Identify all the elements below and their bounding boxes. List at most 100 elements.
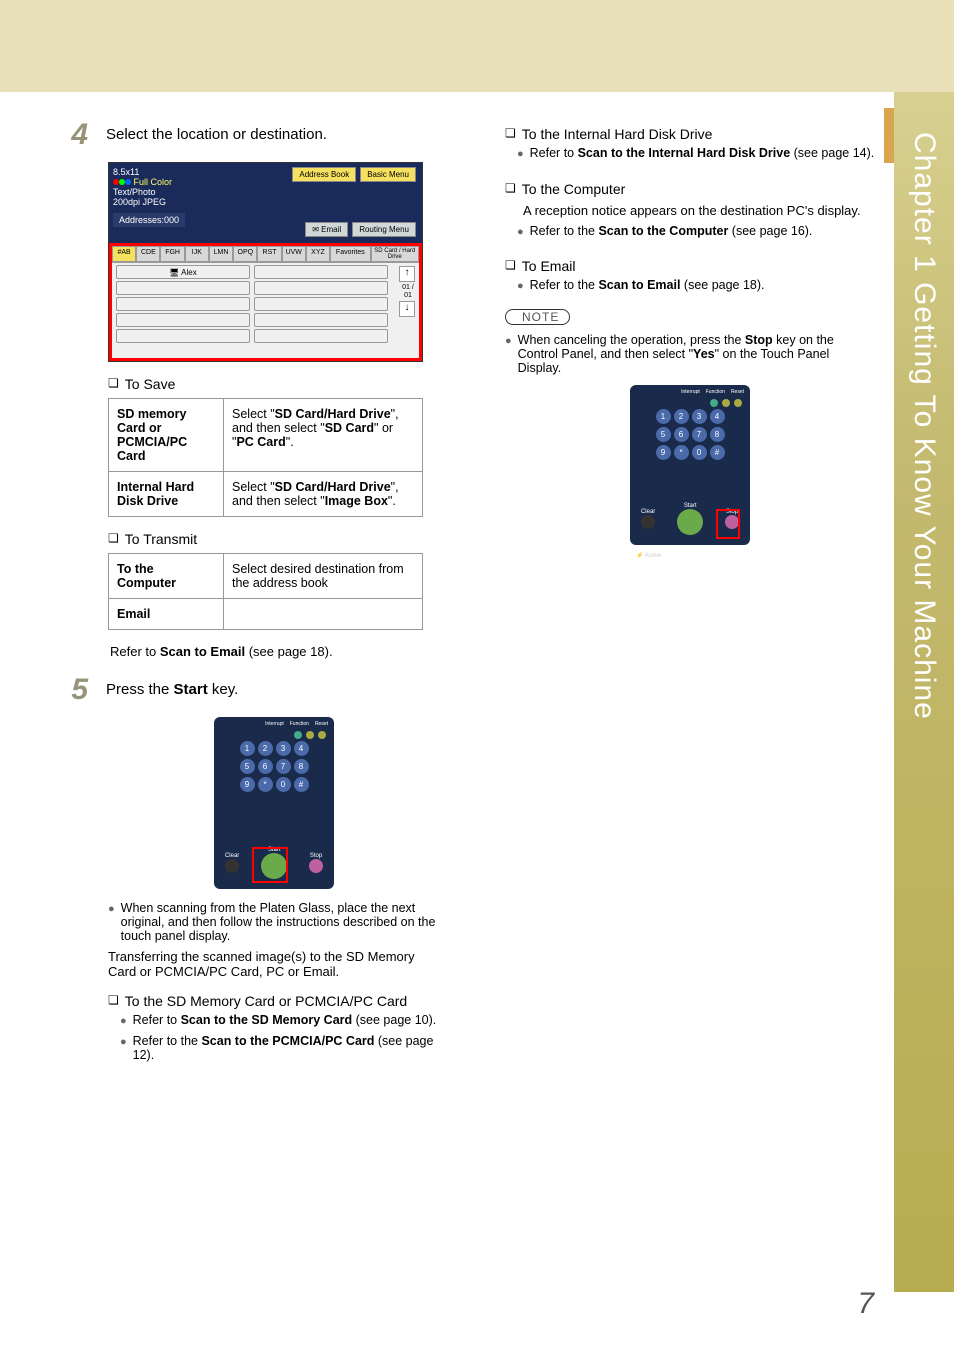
top-buttons: Address Book Basic Menu — [292, 167, 416, 182]
tab-lmn[interactable]: LMN — [209, 246, 233, 262]
scroll-up-icon[interactable]: ↑ — [399, 266, 415, 282]
note-text: When canceling the operation, press the … — [518, 333, 875, 375]
to-transmit-heading: ❏ To Transmit — [108, 531, 440, 547]
side-tab-accent — [884, 108, 894, 163]
bullet-icon: ● — [120, 1013, 127, 1030]
scroll-down-icon[interactable]: ↓ — [399, 301, 415, 317]
led-icon — [734, 399, 742, 407]
note-bullet: ● When canceling the operation, press th… — [505, 333, 875, 375]
tab-sdcard[interactable]: SD Card / Hard Drive — [371, 246, 420, 262]
list-slot[interactable] — [254, 297, 388, 311]
email-button[interactable]: ✉ Email — [305, 222, 348, 237]
led-icon — [318, 731, 326, 739]
clear-button[interactable] — [641, 515, 655, 529]
to-email-label: To Email — [522, 258, 576, 274]
table-row: Email — [109, 599, 423, 630]
list-slot[interactable] — [254, 313, 388, 327]
key-7[interactable]: 7 — [692, 427, 707, 442]
tab-xyz[interactable]: XYZ — [306, 246, 330, 262]
step5-bullet-text: When scanning from the Platen Glass, pla… — [121, 901, 440, 943]
key-6[interactable]: 6 — [674, 427, 689, 442]
tab-ijk[interactable]: IJK — [185, 246, 209, 262]
routing-menu-button[interactable]: Routing Menu — [352, 222, 416, 237]
scan-to-email-ref: Refer to Scan to Email (see page 18). — [110, 644, 440, 659]
tab-favorites[interactable]: Favorites — [330, 246, 370, 262]
stop-button[interactable] — [309, 859, 323, 873]
table-row: SD memory Card or PCMCIA/PC Card Select … — [109, 399, 423, 472]
tab-fgh[interactable]: FGH — [160, 246, 184, 262]
left-column: 4 Select the location or destination. 8.… — [60, 120, 440, 1066]
page-indicator: 01 / 01 — [399, 282, 417, 301]
to-save-heading: ❏ To Save — [108, 376, 440, 392]
numeric-keypad: 1 2 3 4 5 6 7 8 9 * 0 # — [239, 741, 309, 792]
step-5-row: 5 Press the Start key. — [60, 675, 440, 705]
transmit-table: To the Computer Select desired destinati… — [108, 553, 423, 630]
note-label: NOTE — [505, 309, 570, 325]
key-2[interactable]: 2 — [258, 741, 273, 756]
key-5[interactable]: 5 — [656, 427, 671, 442]
key-1[interactable]: 1 — [656, 409, 671, 424]
right-column: ❏ To the Internal Hard Disk Drive ● Refe… — [495, 120, 875, 1066]
sd-ref-1-text: Refer to Scan to the SD Memory Card (see… — [133, 1013, 440, 1030]
tab-cde[interactable]: CDE — [136, 246, 160, 262]
list-slot[interactable] — [116, 313, 250, 327]
key-7[interactable]: 7 — [276, 759, 291, 774]
key-9[interactable]: 9 — [240, 777, 255, 792]
to-computer-heading: ❏ To the Computer — [505, 181, 875, 197]
basic-menu-button[interactable]: Basic Menu — [360, 167, 416, 182]
side-tab: Chapter 1 Getting To Know Your Machine — [894, 92, 954, 1292]
side-tab-text: Chapter 1 Getting To Know Your Machine — [907, 132, 941, 720]
tab-uvw[interactable]: UVW — [282, 246, 306, 262]
to-transmit-label: To Transmit — [125, 531, 197, 547]
panel-top-labels: InterruptFunctionReset — [681, 389, 744, 395]
bullet-icon: ● — [120, 1034, 127, 1062]
key-6[interactable]: 6 — [258, 759, 273, 774]
list-slot[interactable] — [116, 329, 250, 343]
key-4[interactable]: 4 — [294, 741, 309, 756]
key-9[interactable]: 9 — [656, 445, 671, 460]
list-slot[interactable] — [254, 281, 388, 295]
step5-para: Transferring the scanned image(s) to the… — [108, 949, 440, 979]
key-0[interactable]: 0 — [276, 777, 291, 792]
key-2[interactable]: 2 — [674, 409, 689, 424]
step-4-number: 4 — [60, 120, 88, 150]
key-1[interactable]: 1 — [240, 741, 255, 756]
key-star[interactable]: * — [674, 445, 689, 460]
key-star[interactable]: * — [258, 777, 273, 792]
key-0[interactable]: 0 — [692, 445, 707, 460]
sd-ref-2-text: Refer to the Scan to the PCMCIA/PC Card … — [133, 1034, 440, 1062]
key-3[interactable]: 3 — [276, 741, 291, 756]
key-4[interactable]: 4 — [710, 409, 725, 424]
hd-ref: ● Refer to Scan to the Internal Hard Dis… — [517, 146, 875, 163]
sd-ref-2: ● Refer to the Scan to the PCMCIA/PC Car… — [120, 1034, 440, 1062]
resolution: 200dpi JPEG — [113, 197, 418, 207]
tab-ab[interactable]: #AB — [112, 246, 136, 262]
scan-mode: Text/Photo — [113, 187, 418, 197]
key-3[interactable]: 3 — [692, 409, 707, 424]
tab-rst[interactable]: RST — [257, 246, 281, 262]
content: 4 Select the location or destination. 8.… — [60, 120, 880, 1066]
entry-empty[interactable] — [254, 265, 388, 279]
tab-opq[interactable]: OPQ — [233, 246, 257, 262]
key-8[interactable]: 8 — [294, 759, 309, 774]
list-slot[interactable] — [254, 329, 388, 343]
address-book-button[interactable]: Address Book — [292, 167, 356, 182]
led-icon — [294, 731, 302, 739]
clear-button[interactable] — [225, 859, 239, 873]
entry-alex[interactable]: 🖥 Alex — [116, 265, 250, 279]
step5-bullet: ● When scanning from the Platen Glass, p… — [108, 901, 440, 943]
list-slot[interactable] — [116, 297, 250, 311]
start-button[interactable] — [677, 509, 703, 535]
key-hash[interactable]: # — [710, 445, 725, 460]
key-hash[interactable]: # — [294, 777, 309, 792]
list-slot[interactable] — [116, 281, 250, 295]
email-ref-text: Refer to the Scan to Email (see page 18)… — [530, 278, 875, 295]
touchscreen-screenshot: 8.5x11 Full Color Text/Photo 200dpi JPEG… — [108, 162, 423, 362]
to-email-heading: ❏ To Email — [505, 258, 875, 274]
table-row: To the Computer Select desired destinati… — [109, 554, 423, 599]
computer-ref-text: Refer to the Scan to the Computer (see p… — [530, 224, 875, 241]
key-8[interactable]: 8 — [710, 427, 725, 442]
key-5[interactable]: 5 — [240, 759, 255, 774]
box-icon: ❏ — [505, 126, 516, 142]
scroll-arrows: ↑ 01 / 01 ↓ — [399, 266, 417, 317]
